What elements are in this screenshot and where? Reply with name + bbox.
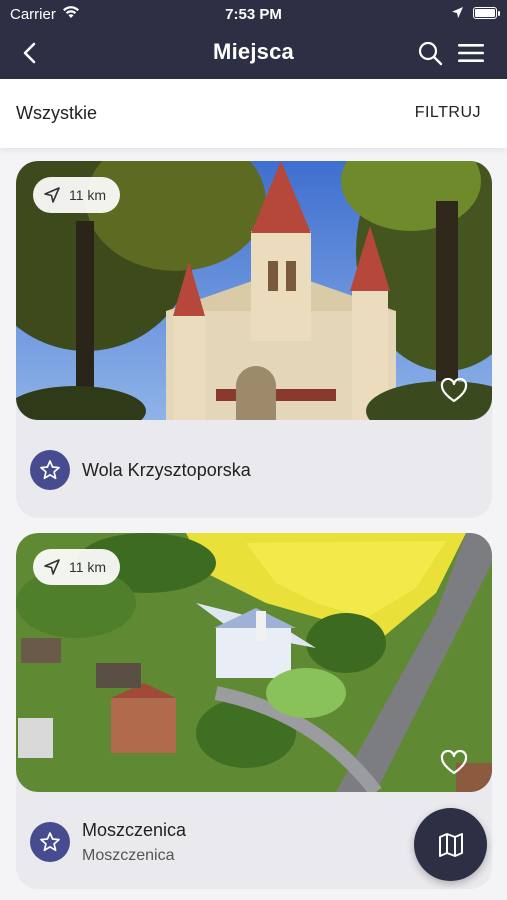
star-icon <box>30 450 70 490</box>
place-photo[interactable]: 11 km <box>16 533 492 792</box>
distance-label: 11 km <box>69 559 107 575</box>
heart-icon[interactable] <box>440 750 468 776</box>
location-arrow-icon <box>452 7 463 18</box>
place-subtitle: Moszczenica <box>82 847 175 864</box>
place-info[interactable]: Wola Krzysztoporska <box>16 420 492 518</box>
navigation-arrow-icon <box>44 187 60 203</box>
search-icon[interactable] <box>417 40 443 66</box>
map-icon <box>438 832 463 857</box>
heart-icon[interactable] <box>440 378 468 404</box>
place-card[interactable]: 11 km Wola Krzysztoporska <box>16 161 492 518</box>
distance-badge: 11 km <box>33 549 121 585</box>
hamburger-menu-icon[interactable] <box>457 42 485 64</box>
battery-icon <box>473 7 500 19</box>
place-name: Wola Krzysztoporska <box>82 460 251 480</box>
star-icon <box>30 822 70 862</box>
map-button[interactable] <box>414 808 487 881</box>
status-bar: Carrier 7:53 PM <box>0 0 507 28</box>
distance-badge: 11 km <box>33 177 121 213</box>
navigation-arrow-icon <box>44 559 60 575</box>
top-bar: Carrier 7:53 PM Miejsca <box>0 0 507 79</box>
clock: 7:53 PM <box>225 6 282 23</box>
nav-bar: Miejsca <box>0 28 507 79</box>
distance-label: 11 km <box>69 187 107 203</box>
filter-bar: Wszystkie FILTRUJ <box>0 79 507 148</box>
place-name: Moszczenica <box>82 820 187 840</box>
place-photo[interactable]: 11 km <box>16 161 492 420</box>
category-selector[interactable]: Wszystkie <box>16 103 97 124</box>
filter-button[interactable]: FILTRUJ <box>415 104 481 122</box>
